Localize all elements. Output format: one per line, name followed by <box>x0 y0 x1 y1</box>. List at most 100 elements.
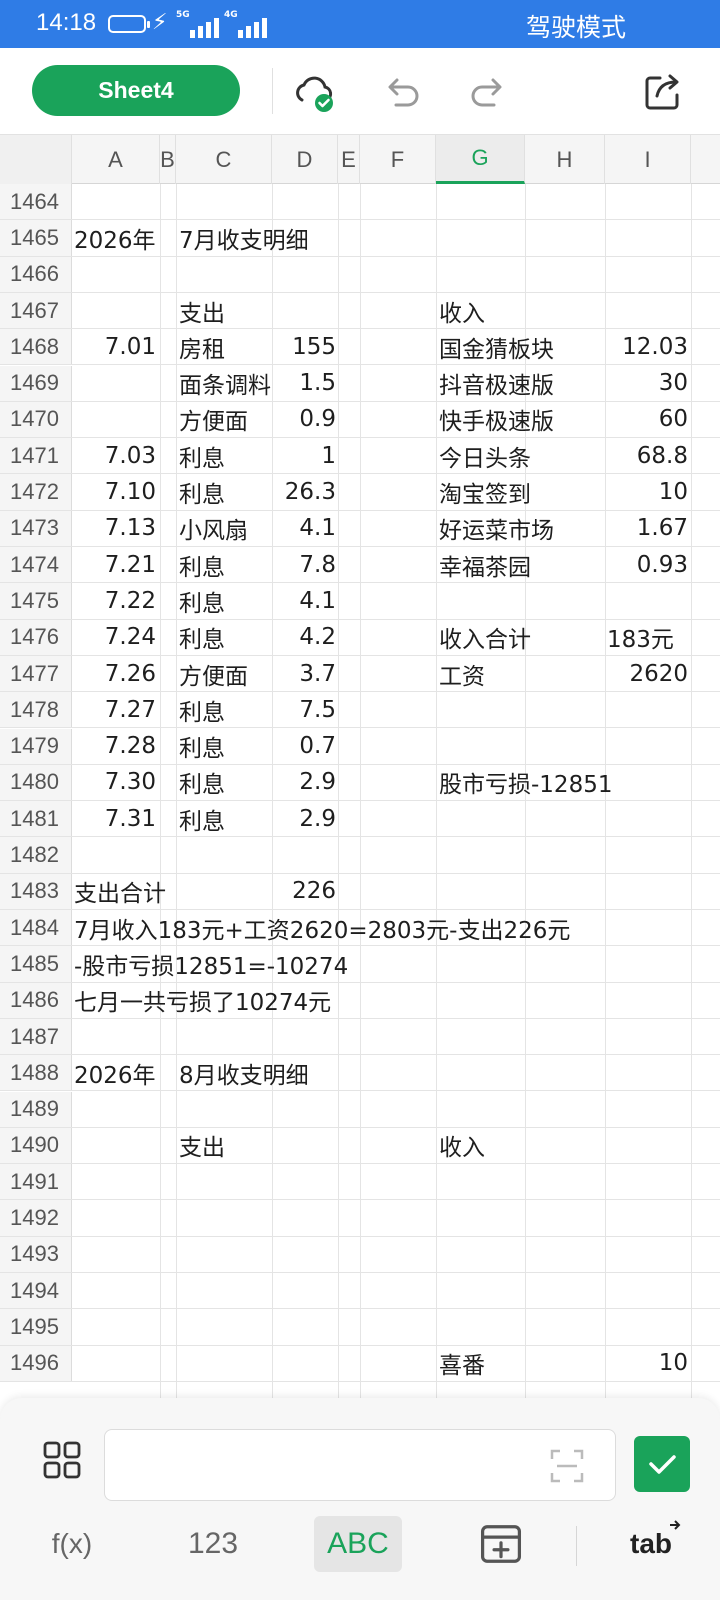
row-number[interactable]: 1494 <box>0 1273 72 1309</box>
row-number[interactable]: 1464 <box>0 184 72 220</box>
cell-i[interactable] <box>607 1164 688 1199</box>
cell-d[interactable]: 4.1 <box>274 511 336 546</box>
share-icon[interactable] <box>640 70 684 114</box>
cell-c[interactable]: 房租 <box>179 329 225 364</box>
table-row[interactable]: 1469 面条调料 1.5 抖音极速版 30 <box>0 365 720 402</box>
row-number[interactable]: 1474 <box>0 547 72 583</box>
row-number[interactable]: 1479 <box>0 728 72 764</box>
cell-a[interactable]: 2026年 <box>74 1055 156 1090</box>
table-row[interactable]: 1486 七月一共亏损了10274元 <box>0 982 720 1019</box>
table-row[interactable]: 1476 7.24 利息 4.2 收入合计 183元 <box>0 619 720 656</box>
undo-icon[interactable] <box>380 70 424 114</box>
row-number[interactable]: 1468 <box>0 329 72 365</box>
cell-i[interactable] <box>607 1237 688 1272</box>
cell-d[interactable]: 1.5 <box>274 366 336 401</box>
cell-a[interactable]: 7.27 <box>74 692 156 727</box>
row-number[interactable]: 1484 <box>0 910 72 946</box>
table-row[interactable]: 1472 7.10 利息 26.3 淘宝签到 10 <box>0 474 720 511</box>
cell-a[interactable]: 7.03 <box>74 438 156 473</box>
redo-icon[interactable] <box>466 70 510 114</box>
cell-a[interactable]: 7.10 <box>74 474 156 509</box>
cell-c[interactable]: 利息 <box>179 801 225 836</box>
cell-c[interactable]: 支出 <box>179 1128 225 1163</box>
table-row[interactable]: 1484 7月收入183元+工资2620=2803元-支出226元 <box>0 910 720 947</box>
cell-a[interactable] <box>74 293 156 328</box>
cell-d[interactable] <box>274 1309 336 1344</box>
cell-i[interactable]: 68.8 <box>607 438 688 473</box>
cell-i[interactable] <box>607 1200 688 1235</box>
cell-a[interactable] <box>74 1273 156 1308</box>
cell-d[interactable]: 3.7 <box>274 656 336 691</box>
cell-g[interactable]: 收入合计 <box>439 620 531 655</box>
row-number[interactable]: 1493 <box>0 1236 72 1272</box>
row-number[interactable]: 1471 <box>0 438 72 474</box>
cell-d[interactable] <box>274 983 336 1018</box>
cell-d[interactable]: 155 <box>274 329 336 364</box>
row-number[interactable]: 1465 <box>0 220 72 256</box>
table-row[interactable]: 1473 7.13 小风扇 4.1 好运菜市场 1.67 <box>0 510 720 547</box>
cell-d[interactable] <box>274 1019 336 1054</box>
column-header-d[interactable]: D <box>272 135 338 184</box>
table-row[interactable]: 1479 7.28 利息 0.7 <box>0 728 720 765</box>
column-header-i[interactable]: I <box>605 135 691 184</box>
cell-a[interactable] <box>74 402 156 437</box>
cell-i[interactable]: 10 <box>607 474 688 509</box>
cell-d[interactable]: 7.5 <box>274 692 336 727</box>
cell-i[interactable]: 60 <box>607 402 688 437</box>
row-number[interactable]: 1489 <box>0 1091 72 1127</box>
cell-i[interactable] <box>607 946 688 981</box>
cell-c[interactable]: 利息 <box>179 438 225 473</box>
cell-a[interactable] <box>74 184 156 219</box>
cell-c[interactable]: 利息 <box>179 547 225 582</box>
cell-i[interactable] <box>607 983 688 1018</box>
cell-i[interactable] <box>607 765 688 800</box>
cell-g[interactable]: 好运菜市场 <box>439 511 554 546</box>
row-number[interactable]: 1486 <box>0 982 72 1018</box>
cell-d[interactable] <box>274 1273 336 1308</box>
cell-d[interactable]: 26.3 <box>274 474 336 509</box>
confirm-check-icon[interactable] <box>634 1436 690 1492</box>
cell-i[interactable] <box>607 583 688 618</box>
cell-d[interactable] <box>274 257 336 292</box>
table-row[interactable]: 1477 7.26 方便面 3.7 工资 2620 <box>0 655 720 693</box>
cell-c[interactable]: 小风扇 <box>179 511 248 546</box>
cell-d[interactable]: 0.7 <box>274 729 336 764</box>
table-row[interactable]: 1485 -股市亏损12851=-10274 <box>0 946 720 983</box>
cell-g[interactable]: 抖音极速版 <box>439 366 554 401</box>
cell-a[interactable] <box>74 366 156 401</box>
cell-a[interactable] <box>74 1346 156 1381</box>
table-row[interactable]: 1493 <box>0 1236 720 1273</box>
cell-d[interactable] <box>274 1346 336 1381</box>
table-row[interactable]: 1471 7.03 利息 1 今日头条 68.8 <box>0 438 720 475</box>
row-number[interactable]: 1469 <box>0 365 72 401</box>
sheet-selector-button[interactable]: Sheet4 <box>32 65 240 116</box>
cell-i[interactable]: 0.93 <box>607 547 688 582</box>
table-row[interactable]: 1480 7.30 利息 2.9 股市亏损-12851 <box>0 764 720 802</box>
row-number[interactable]: 1481 <box>0 801 72 837</box>
table-row[interactable]: 1496 喜番 10 <box>0 1345 720 1382</box>
cell-c[interactable]: 面条调料 <box>179 366 271 401</box>
row-number[interactable]: 1492 <box>0 1200 72 1236</box>
cell-i[interactable]: 2620 <box>607 656 688 691</box>
cell-d[interactable] <box>274 293 336 328</box>
cell-i[interactable] <box>607 184 688 219</box>
row-number[interactable]: 1496 <box>0 1345 72 1381</box>
cell-g[interactable]: 国金猜板块 <box>439 329 554 364</box>
cell-a[interactable] <box>74 1309 156 1344</box>
tab-key[interactable]: tab <box>616 1516 686 1572</box>
table-row[interactable]: 1482 <box>0 837 720 874</box>
cell-i[interactable] <box>607 293 688 328</box>
cell-i[interactable] <box>607 220 688 255</box>
column-header-e[interactable]: E <box>338 135 360 184</box>
cell-c[interactable]: 利息 <box>179 620 225 655</box>
row-number[interactable]: 1478 <box>0 692 72 728</box>
row-number[interactable]: 1467 <box>0 292 72 329</box>
cell-a[interactable] <box>74 1128 156 1163</box>
cell-i[interactable]: 183元 <box>607 620 674 655</box>
row-number[interactable]: 1490 <box>0 1127 72 1164</box>
cell-i[interactable] <box>607 1092 688 1127</box>
cell-d[interactable]: 2.9 <box>274 801 336 836</box>
row-number[interactable]: 1485 <box>0 946 72 982</box>
table-row[interactable]: 1481 7.31 利息 2.9 <box>0 801 720 838</box>
cell-i[interactable]: 10 <box>607 1346 688 1381</box>
